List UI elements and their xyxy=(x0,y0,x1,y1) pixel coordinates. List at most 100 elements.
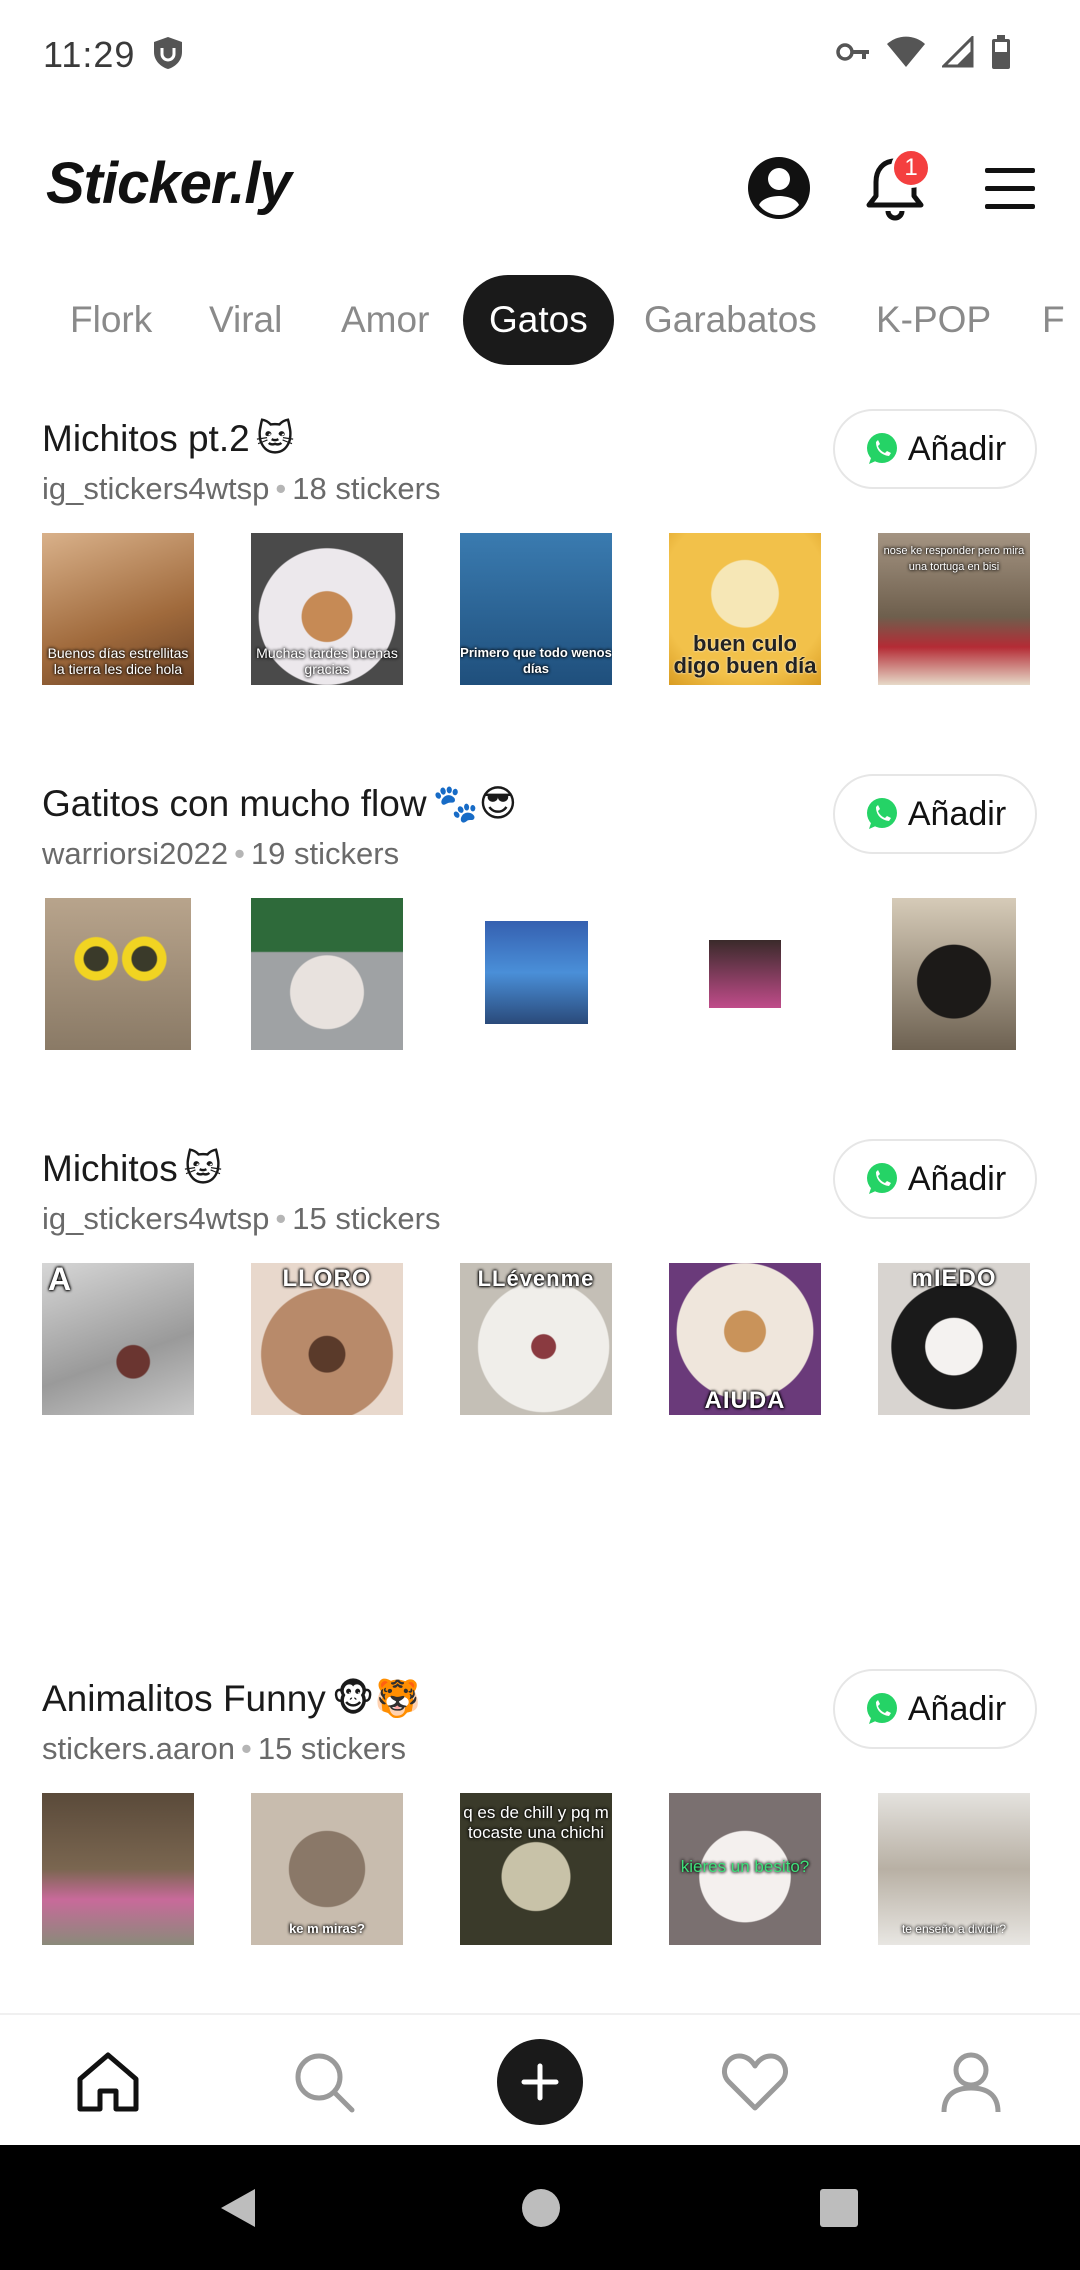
home-icon xyxy=(77,2052,139,2112)
add-button-label: Añadir xyxy=(907,1689,1007,1728)
whatsapp-icon xyxy=(866,1163,897,1194)
sticker-thumbnail[interactable] xyxy=(251,898,403,1050)
pack-title-text: Gatitos con mucho flow xyxy=(42,783,427,824)
nav-search[interactable] xyxy=(279,2037,369,2127)
status-icons xyxy=(836,34,1012,70)
sticker-thumbnails: Buenos días estrellitas la tierra les di… xyxy=(0,533,1080,685)
pack-author[interactable]: stickers.aaron xyxy=(42,1731,235,1766)
favorites-icon xyxy=(722,2053,788,2111)
pack-title-text: Michitos pt.2 xyxy=(42,417,250,459)
pack-meta: stickers.aaron • 15 stickers xyxy=(42,1731,406,1767)
tab-amor[interactable]: Amor xyxy=(315,275,455,365)
sticker-thumbnail[interactable]: Buenos días estrellitas la tierra les di… xyxy=(42,533,194,685)
tab-viral[interactable]: Viral xyxy=(183,275,308,365)
tab-flork[interactable]: Flork xyxy=(44,275,178,365)
nav-home[interactable] xyxy=(63,2037,153,2127)
sticker-thumbnail[interactable]: Muchas tardes buenas gracias xyxy=(251,533,403,685)
back-icon[interactable] xyxy=(215,2185,261,2231)
sticker-thumbnail[interactable]: A xyxy=(42,1263,194,1415)
add-to-whatsapp-button[interactable]: Añadir xyxy=(833,1139,1037,1219)
sticker-thumbnail[interactable] xyxy=(892,898,1016,1050)
tab-next[interactable]: F xyxy=(1016,275,1080,365)
add-to-whatsapp-button[interactable]: Añadir xyxy=(833,1669,1037,1749)
status-bar: 11:29 xyxy=(0,0,1080,112)
sticker-caption xyxy=(42,1937,194,1945)
home-circle-icon[interactable] xyxy=(518,2185,564,2231)
whatsapp-icon xyxy=(866,1693,897,1724)
pack-title-emoji: 🐱 xyxy=(183,1148,223,1189)
shield-icon xyxy=(152,36,184,70)
key-icon xyxy=(836,41,870,63)
add-to-whatsapp-button[interactable]: Añadir xyxy=(833,774,1037,854)
pack-author[interactable]: ig_stickers4wtsp xyxy=(42,1201,269,1236)
account-icon[interactable] xyxy=(739,148,819,228)
sticker-thumbnail[interactable]: te enseño a dividir? xyxy=(878,1793,1030,1945)
sticker-caption: kieres un besito? xyxy=(680,1857,810,1876)
sticker-caption: Muchas tardes buenas gracias xyxy=(256,645,398,677)
notification-badge: 1 xyxy=(891,148,931,188)
pack-meta: ig_stickers4wtsp • 18 stickers xyxy=(42,471,440,507)
sticker-caption: Buenos días estrellitas la tierra les di… xyxy=(47,645,189,677)
sticker-thumbnail[interactable]: kieres un besito? xyxy=(669,1793,821,1945)
add-to-whatsapp-button[interactable]: Añadir xyxy=(833,409,1037,489)
notification-button[interactable]: 1 xyxy=(855,148,935,228)
menu-icon[interactable] xyxy=(970,148,1050,228)
nav-favorites[interactable] xyxy=(710,2037,800,2127)
sticker-caption: q es de chill y pq m tocaste una chichi xyxy=(463,1803,609,1842)
app-header: Sticker.ly 1 xyxy=(0,140,1080,250)
tab-gatos[interactable]: Gatos xyxy=(463,275,614,365)
whatsapp-icon xyxy=(866,798,897,829)
wifi-icon xyxy=(886,36,926,68)
battery-icon xyxy=(990,34,1012,70)
pack-count: 15 stickers xyxy=(292,1201,441,1236)
nav-profile[interactable] xyxy=(926,2037,1016,2127)
sticker-caption: mIEDO xyxy=(911,1265,997,1292)
sticker-thumbnail[interactable]: ke m miras? xyxy=(251,1793,403,1945)
app-logo[interactable]: Sticker.ly xyxy=(46,150,292,217)
tab-kpop[interactable]: K-POP xyxy=(850,275,1017,365)
meta-separator: • xyxy=(275,471,287,506)
status-time: 11:29 xyxy=(43,34,136,75)
pack-title-text: Animalitos Funny xyxy=(42,1678,326,1719)
pack-title-emoji: 🐱 xyxy=(255,418,295,459)
sticker-thumbnail[interactable]: AIUDA xyxy=(669,1263,821,1415)
sticker-thumbnail[interactable]: nose ke responder pero mira una tortuga … xyxy=(878,533,1030,685)
pack-title-text: Michitos xyxy=(42,1147,178,1189)
sticker-thumbnail[interactable] xyxy=(709,940,781,1008)
sticker-thumbnail[interactable] xyxy=(485,921,588,1024)
signal-icon xyxy=(942,36,974,68)
nav-create[interactable] xyxy=(495,2037,585,2127)
recents-icon[interactable] xyxy=(816,2185,862,2231)
sticker-caption: ke m miras? xyxy=(289,1921,365,1936)
pack-title-emoji: 🐵🐯 xyxy=(331,1678,421,1719)
meta-separator: • xyxy=(240,1731,252,1766)
sticker-thumbnails xyxy=(0,898,1080,1050)
sticker-thumbnail[interactable]: LLévenme xyxy=(460,1263,612,1415)
meta-separator: • xyxy=(275,1201,287,1236)
pack-count: 15 stickers xyxy=(257,1731,406,1766)
sticker-thumbnails: ke m miras? q es de chill y pq m tocaste… xyxy=(0,1793,1080,1945)
sticker-caption: A xyxy=(48,1263,73,1297)
pack-title: Michitos 🐱 xyxy=(42,1147,222,1190)
sticker-caption: LLévenme xyxy=(477,1266,595,1291)
pack-count: 19 stickers xyxy=(250,836,400,871)
sticker-thumbnail[interactable]: LLORO xyxy=(251,1263,403,1415)
pack-title: Animalitos Funny 🐵🐯 xyxy=(42,1677,421,1721)
pack-count: 18 stickers xyxy=(292,471,441,506)
sticker-thumbnail[interactable]: buen culo digo buen día xyxy=(669,533,821,685)
sticker-thumbnail[interactable] xyxy=(42,1793,194,1945)
sticker-caption: te enseño a dividir? xyxy=(901,1922,1007,1936)
sticker-thumbnail[interactable]: Primero que todo wenos días xyxy=(460,533,612,685)
sticker-thumbnail[interactable]: q es de chill y pq m tocaste una chichi xyxy=(460,1793,612,1945)
sticker-thumbnails: A LLORO LLévenme AIUDA mIEDO xyxy=(0,1263,1080,1415)
pack-author[interactable]: ig_stickers4wtsp xyxy=(42,471,269,506)
pack-title-emoji: 🐾😎 xyxy=(432,783,518,824)
pack-title: Gatitos con mucho flow 🐾😎 xyxy=(42,782,517,826)
sticker-caption: Primero que todo wenos días xyxy=(460,645,612,676)
pack-author[interactable]: warriorsi2022 xyxy=(42,836,228,871)
sticker-thumbnail[interactable]: mIEDO xyxy=(878,1263,1030,1415)
sticker-thumbnail[interactable] xyxy=(45,898,191,1050)
add-button-label: Añadir xyxy=(907,794,1007,833)
tab-garabatos[interactable]: Garabatos xyxy=(618,275,843,365)
system-navigation-bar xyxy=(0,2145,1080,2270)
